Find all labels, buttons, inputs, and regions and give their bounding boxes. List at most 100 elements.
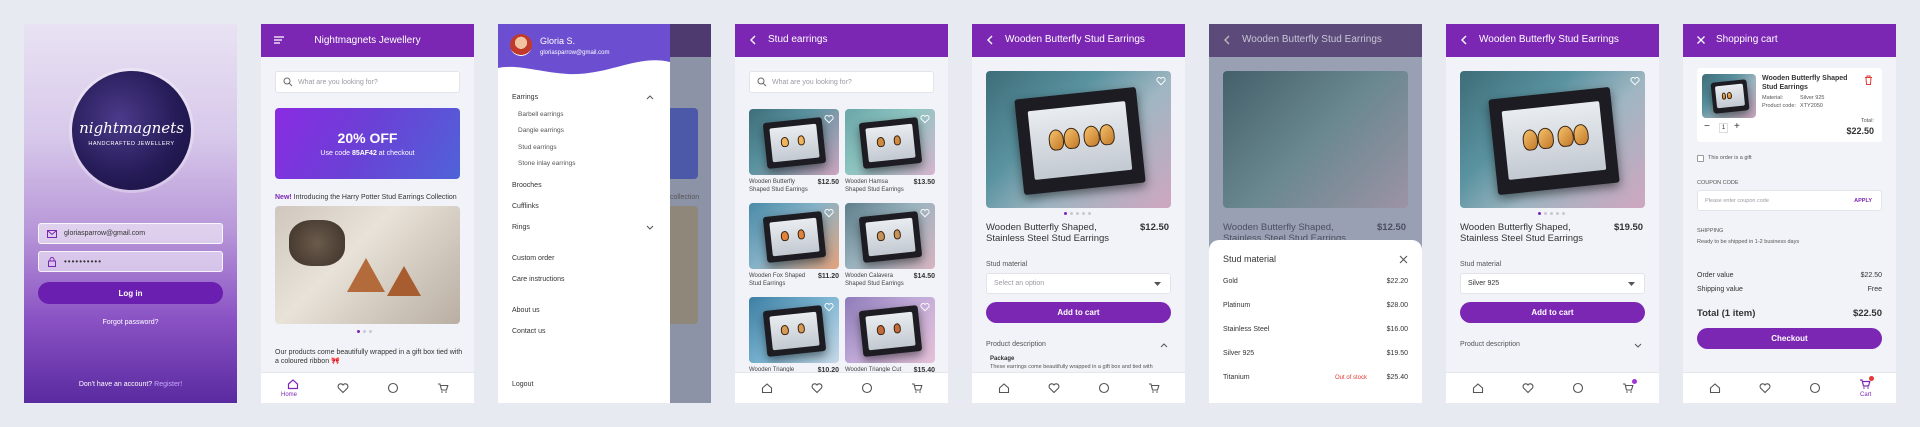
- material-select-value: Silver 925: [1468, 280, 1500, 287]
- search-input[interactable]: What are you looking for?: [275, 71, 460, 93]
- register-link[interactable]: Register!: [154, 381, 182, 388]
- description-header[interactable]: Product description: [1460, 341, 1520, 348]
- material-select[interactable]: Silver 925: [1460, 273, 1645, 294]
- favorite-icon[interactable]: [824, 114, 834, 124]
- image-dots: [1064, 212, 1091, 215]
- gift-checkbox[interactable]: [1697, 155, 1704, 162]
- home-icon[interactable]: [761, 382, 773, 394]
- email-value: gloriasparrow@gmail.com: [64, 230, 146, 237]
- menu-barbell[interactable]: Barbell earrings: [518, 111, 564, 118]
- favorite-icon[interactable]: [824, 208, 834, 218]
- cart-title: Shopping cart: [1716, 34, 1778, 45]
- chevron-down-icon[interactable]: [1634, 343, 1642, 349]
- favorite-icon[interactable]: [824, 302, 834, 312]
- back-arrow-icon[interactable]: [983, 33, 997, 47]
- chevron-up-icon[interactable]: [646, 94, 654, 100]
- product-card-image[interactable]: [845, 297, 935, 363]
- listing-title: Stud earrings: [768, 34, 828, 45]
- menu-care[interactable]: Care instructions: [512, 276, 565, 283]
- account-icon[interactable]: [1809, 382, 1821, 394]
- quantity-stepper[interactable]: − 1 +: [1702, 121, 1748, 135]
- dropdown-arrow-icon: [1154, 282, 1161, 286]
- favorite-icon[interactable]: [1156, 76, 1166, 86]
- promo-sub-post: at checkout: [376, 150, 415, 157]
- product-card-image[interactable]: [845, 109, 935, 175]
- login-button[interactable]: Log in: [38, 282, 223, 304]
- cart-icon[interactable]: [1622, 382, 1634, 394]
- menu-stud[interactable]: Stud earrings: [518, 144, 557, 151]
- product-card-image[interactable]: [749, 203, 839, 269]
- heart-icon[interactable]: [337, 382, 349, 394]
- cart-icon[interactable]: [911, 382, 923, 394]
- menu-logout[interactable]: Logout: [512, 381, 533, 388]
- heart-icon[interactable]: [1522, 382, 1534, 394]
- account-icon[interactable]: [1098, 382, 1110, 394]
- cart-item-image[interactable]: [1702, 74, 1756, 118]
- menu-brooches[interactable]: Brooches: [512, 182, 542, 189]
- product-card-image[interactable]: [749, 297, 839, 363]
- add-to-cart-button[interactable]: Add to cart: [1460, 302, 1645, 323]
- material-option[interactable]: Titanium Out of stock $25.40: [1223, 374, 1408, 381]
- home-icon[interactable]: [1472, 382, 1484, 394]
- chevron-down-icon[interactable]: [646, 225, 654, 231]
- coupon-input[interactable]: Please enter coupon code APPLY: [1697, 190, 1882, 211]
- account-icon[interactable]: [387, 382, 399, 394]
- menu-about[interactable]: About us: [512, 307, 540, 314]
- menu-custom-order[interactable]: Custom order: [512, 255, 554, 262]
- account-icon[interactable]: [1572, 382, 1584, 394]
- hero-image[interactable]: [275, 206, 460, 324]
- material-option[interactable]: Stainless Steel $16.00: [1223, 326, 1408, 333]
- home-icon[interactable]: [998, 382, 1010, 394]
- home-icon[interactable]: [1709, 382, 1721, 394]
- product-card-image[interactable]: [749, 109, 839, 175]
- heart-icon[interactable]: [1759, 382, 1771, 394]
- minus-button[interactable]: −: [1704, 121, 1710, 132]
- material-option[interactable]: Silver 925 $19.50: [1223, 350, 1408, 357]
- material-option[interactable]: Platinum $28.00: [1223, 302, 1408, 309]
- promo-banner[interactable]: 20% OFF Use code 85AF42 at checkout: [275, 108, 460, 179]
- avatar[interactable]: [510, 34, 532, 56]
- checkout-button[interactable]: Checkout: [1697, 328, 1882, 349]
- cart-badge: [1632, 379, 1637, 384]
- favorite-icon[interactable]: [920, 208, 930, 218]
- account-icon[interactable]: [861, 382, 873, 394]
- description-header[interactable]: Product description: [986, 341, 1046, 348]
- product-card-image[interactable]: [845, 203, 935, 269]
- apply-button[interactable]: APPLY: [1854, 198, 1872, 204]
- home-icon[interactable]: [287, 378, 299, 390]
- close-icon[interactable]: [1399, 255, 1408, 264]
- add-to-cart-button[interactable]: Add to cart: [986, 302, 1171, 323]
- material-option-price: $19.50: [1386, 350, 1408, 357]
- forgot-password-link[interactable]: Forgot password?: [24, 319, 237, 326]
- product-name: Wooden Butterfly Shaped, Stainless Steel…: [986, 222, 1110, 244]
- menu-rings[interactable]: Rings: [512, 224, 530, 231]
- cart-icon[interactable]: [437, 382, 449, 394]
- password-field[interactable]: ••••••••••: [38, 251, 223, 272]
- plus-button[interactable]: +: [1734, 121, 1740, 132]
- menu-contact[interactable]: Contact us: [512, 328, 545, 335]
- heart-icon[interactable]: [811, 382, 823, 394]
- cart-icon[interactable]: [1148, 382, 1160, 394]
- email-field[interactable]: gloriasparrow@gmail.com: [38, 223, 223, 244]
- material-option[interactable]: Gold $22.20: [1223, 278, 1408, 285]
- menu-cufflinks[interactable]: Cufflinks: [512, 203, 539, 210]
- order-value: $22.50: [1860, 272, 1882, 279]
- material-select[interactable]: Select an option: [986, 273, 1171, 294]
- close-icon[interactable]: [1694, 33, 1708, 47]
- nav-home-label: Home: [281, 392, 298, 398]
- back-arrow-icon[interactable]: [1457, 33, 1471, 47]
- favorite-icon[interactable]: [920, 302, 930, 312]
- menu-stone-inlay[interactable]: Stone inlay earrings: [518, 160, 575, 167]
- product-image[interactable]: [1460, 71, 1645, 208]
- listing-search-input[interactable]: What are you looking for?: [749, 71, 934, 93]
- menu-dangle[interactable]: Dangle earrings: [518, 127, 564, 134]
- delete-icon[interactable]: [1864, 75, 1873, 85]
- chevron-up-icon[interactable]: [1160, 342, 1168, 348]
- cart-screen: Shopping cart Wooden Butterfly Shaped St…: [1683, 24, 1896, 403]
- product-image[interactable]: [986, 71, 1171, 208]
- favorite-icon[interactable]: [1630, 76, 1640, 86]
- heart-icon[interactable]: [1048, 382, 1060, 394]
- menu-earrings[interactable]: Earrings: [512, 94, 538, 101]
- back-arrow-icon[interactable]: [746, 33, 760, 47]
- favorite-icon[interactable]: [920, 114, 930, 124]
